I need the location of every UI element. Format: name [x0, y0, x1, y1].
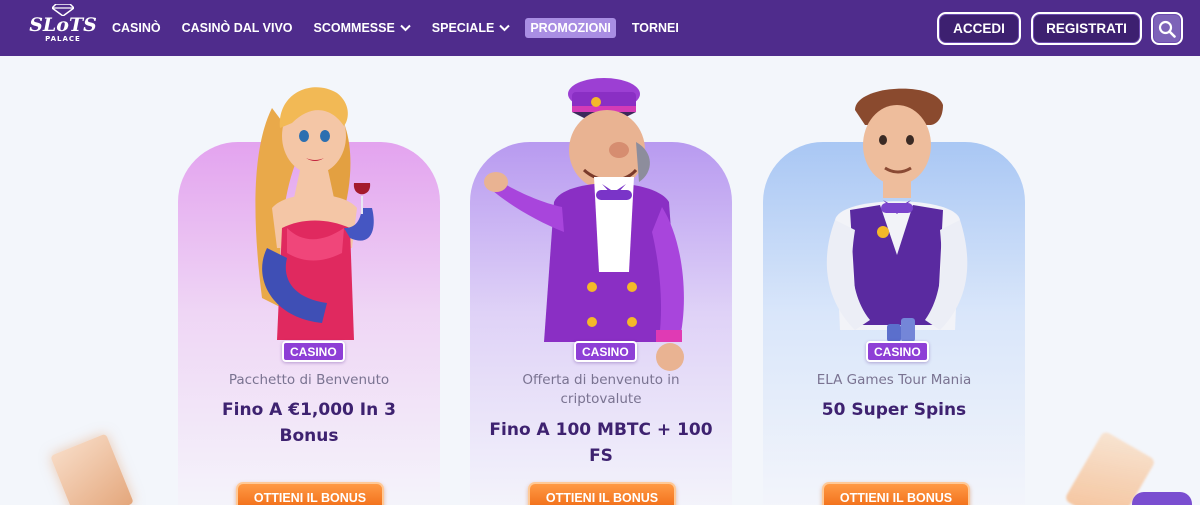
- logo-wordmark: SLoTS: [29, 14, 97, 36]
- promo-headline-line2: FS: [589, 446, 613, 466]
- main-nav: CASINÒ CASINÒ DAL VIVO SCOMMESSE SPECIAL…: [112, 18, 700, 38]
- lady-character-illustration: [255, 87, 374, 340]
- logo-subtext: PALACE: [45, 35, 81, 43]
- nav-special-label: SPECIALE: [431, 21, 495, 35]
- category-badge: CASINO: [866, 341, 929, 362]
- promo-headline-line1: Fino A €1,000 In 3: [222, 400, 396, 420]
- get-bonus-button[interactable]: OTTIENI IL BONUS: [236, 482, 384, 505]
- chevron-down-icon: [400, 24, 411, 32]
- dealer-character-illustration: [826, 88, 968, 342]
- nav-tournaments[interactable]: TORNEI: [632, 18, 679, 38]
- chevron-down-icon: [499, 24, 511, 32]
- nav-sports-betting[interactable]: SCOMMESSE: [314, 18, 411, 38]
- search-button[interactable]: [1151, 12, 1183, 45]
- nav-live-casino[interactable]: CASINÒ DAL VIVO: [182, 18, 293, 38]
- promo-headline-line2: Bonus: [279, 426, 339, 446]
- nav-promotions-label: PROMOZIONI: [530, 21, 611, 35]
- nav-casino[interactable]: CASINÒ: [112, 18, 161, 38]
- top-navbar: SLoTS PALACE CASINÒ CASINÒ DAL VIVO SCOM…: [0, 0, 1200, 56]
- register-button[interactable]: REGISTRATI: [1031, 12, 1142, 45]
- nav-special[interactable]: SPECIALE: [432, 18, 511, 38]
- nav-tournaments-label: TORNEI: [631, 21, 679, 35]
- promo-headline-line1: Fino A 100 MBTC + 100: [489, 420, 713, 440]
- get-bonus-button[interactable]: OTTIENI IL BONUS: [822, 482, 970, 505]
- doorman-character-illustration: [484, 78, 684, 371]
- promo-subtitle: Pacchetto di Benvenuto: [228, 372, 390, 388]
- slots-palace-logo[interactable]: SLoTS PALACE: [28, 4, 98, 52]
- category-badge: CASINO: [574, 341, 637, 362]
- nav-casino-label: CASINÒ: [112, 21, 161, 35]
- chat-widget-edge[interactable]: [1132, 492, 1192, 505]
- login-button[interactable]: ACCEDI: [937, 12, 1021, 45]
- get-bonus-button[interactable]: OTTIENI IL BONUS: [528, 482, 676, 505]
- category-badge: CASINO: [282, 341, 345, 362]
- nav-promotions[interactable]: PROMOZIONI: [525, 18, 616, 38]
- promo-subtitle: ELA Games Tour Mania: [816, 372, 972, 388]
- promo-subtitle-line1: Offerta di benvenuto in: [522, 372, 680, 388]
- promo-subtitle-line2: criptovalute: [560, 391, 642, 407]
- search-icon: [1158, 20, 1176, 38]
- gold-bar-decoration: [50, 433, 134, 505]
- promo-headline: 50 Super Spins: [821, 400, 967, 420]
- nav-live-casino-label: CASINÒ DAL VIVO: [181, 21, 293, 35]
- nav-sports-betting-label: SCOMMESSE: [313, 21, 395, 35]
